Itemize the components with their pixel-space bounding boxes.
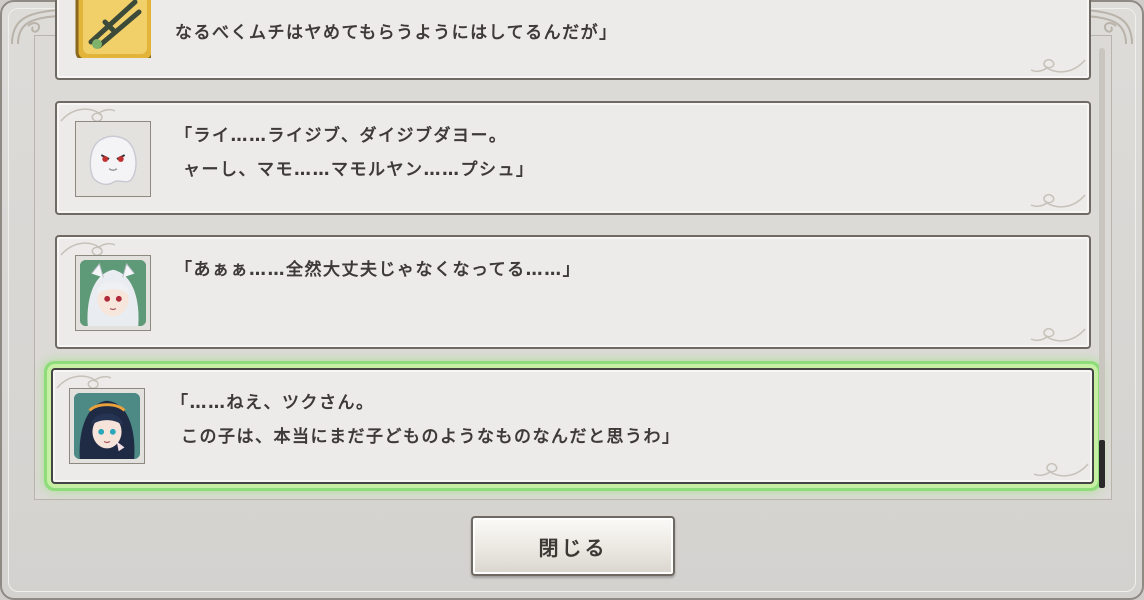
dialogue-line: 「……ねえ、ツクさん。 bbox=[171, 393, 375, 413]
swirl-ornament-icon bbox=[1032, 462, 1090, 480]
dark-haired-girl-portrait bbox=[69, 388, 145, 464]
swirl-ornament-icon bbox=[1029, 327, 1087, 345]
swirl-ornament-icon bbox=[1029, 58, 1087, 76]
dialogue-line: 「あぁぁ……全然大丈夫じゃなくなってる……」 bbox=[175, 260, 582, 280]
log-scrollbar[interactable] bbox=[1099, 48, 1105, 488]
white-haired-girl-portrait bbox=[75, 255, 151, 331]
dialogue-line: この子は、本当にまだ子どものようなものなんだと思うわ」 bbox=[181, 427, 681, 447]
dialogue-line: ャーし、マモ……マモルヤン……プシュ」 bbox=[183, 160, 535, 180]
dialogue-line: 「ライ……ライジブ、ダイジブダヨー。 bbox=[175, 126, 508, 146]
log-entry-selected[interactable]: 「……ねえ、ツクさん。 この子は、本当にまだ子どものようなものなんだと思うわ」 bbox=[51, 368, 1094, 484]
log-entry[interactable]: なるべくムチはヤめてもらうようにはしてるんだが」 bbox=[55, 0, 1091, 80]
log-entry[interactable]: 「あぁぁ……全然大丈夫じゃなくなってる……」 bbox=[55, 235, 1091, 349]
log-entry[interactable]: 「ライ……ライジブ、ダイジブダヨー。 ャーし、マモ……マモルヤン……プシュ」 bbox=[55, 101, 1091, 215]
swirl-ornament-icon bbox=[1029, 193, 1087, 211]
dialogue-line: なるべくムチはヤめてもらうようにはしてるんだが」 bbox=[175, 23, 618, 43]
close-button[interactable]: 閉じる bbox=[471, 516, 675, 576]
scrollbar-thumb[interactable] bbox=[1099, 440, 1105, 488]
ghost-creature-portrait bbox=[75, 121, 151, 197]
gold-item-icon bbox=[75, 0, 151, 58]
